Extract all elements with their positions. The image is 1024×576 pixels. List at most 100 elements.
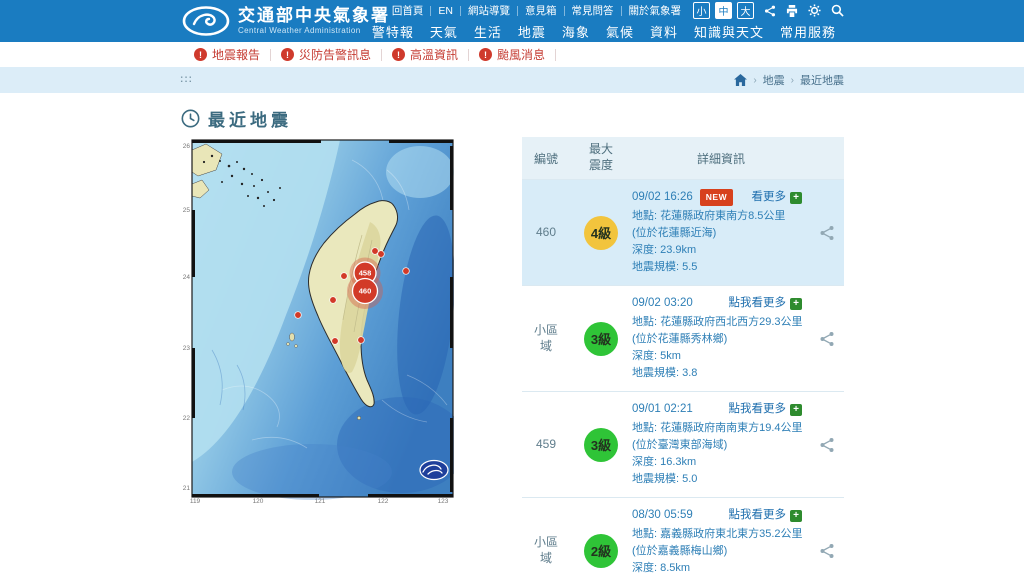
table-row: 459 3級 09/01 02:21 點我看更多 + 地點: 花蓮縣政府南南東方1… bbox=[522, 391, 844, 497]
share-nodes-icon[interactable] bbox=[810, 225, 844, 241]
svg-text:458: 458 bbox=[359, 269, 372, 278]
quake-id: 460 bbox=[535, 224, 557, 239]
intensity-badge: 3級 bbox=[584, 427, 618, 462]
col-details: 詳細資訊 bbox=[696, 151, 745, 166]
table-row: 460 4級 09/02 16:26 NEW 看更多 + 地點: 花蓮縣政府東南方… bbox=[522, 179, 844, 285]
quake-magnitude: 地震規模: 5.0 bbox=[632, 472, 698, 485]
earthquake-map: 458 460 26 25 24 23 22 21 119 120 121 12… bbox=[180, 137, 467, 510]
table-row: 小區域 2級 08/30 05:59 點我看更多 + 地點: 嘉義縣政府東北東方3… bbox=[522, 497, 844, 576]
nav-life[interactable]: 生活 bbox=[466, 20, 510, 43]
table-header: 編號 最大 震度 詳細資訊 bbox=[522, 137, 844, 179]
quake-location: 地點: 嘉義縣政府東北東方35.2公里 bbox=[632, 527, 803, 540]
plus-icon: + bbox=[790, 191, 802, 204]
intensity-badge: 3級 bbox=[584, 321, 618, 356]
svg-text:121: 121 bbox=[315, 498, 326, 505]
print-icon[interactable] bbox=[786, 4, 798, 17]
quake-magnitude: 地震規模: 5.5 bbox=[632, 260, 698, 273]
breadcrumb-separator: › bbox=[753, 74, 757, 86]
page: 交通部中央氣象署 Central Weather Administration … bbox=[0, 0, 1024, 576]
nav-services[interactable]: 常用服務 bbox=[772, 20, 844, 43]
exclamation-icon: ! bbox=[479, 48, 493, 61]
svg-text:123: 123 bbox=[438, 498, 449, 505]
font-size-small-button[interactable]: 小 bbox=[693, 2, 710, 19]
quake-id: 小區域 bbox=[533, 322, 558, 353]
quake-location: 地點: 花蓮縣政府南南東方19.4公里 bbox=[632, 421, 803, 434]
epicenter-460-marker[interactable]: 460 bbox=[351, 277, 379, 305]
svg-text:23: 23 bbox=[183, 345, 191, 352]
plus-icon: + bbox=[790, 403, 802, 416]
quake-area: (位於花蓮縣秀林鄉) bbox=[632, 332, 728, 345]
divider bbox=[381, 48, 383, 61]
svg-text:21: 21 bbox=[183, 485, 191, 492]
see-more-link[interactable]: 看更多 + bbox=[752, 189, 802, 207]
quake-location: 地點: 花蓮縣政府東南方8.5公里 bbox=[632, 209, 786, 222]
nav-data[interactable]: 資料 bbox=[642, 20, 686, 43]
quake-area: (位於嘉義縣梅山鄉) bbox=[632, 544, 728, 557]
share-nodes-icon[interactable] bbox=[810, 437, 844, 453]
search-icon[interactable] bbox=[831, 4, 844, 17]
quake-depth: 深度: 8.5km bbox=[632, 561, 691, 574]
svg-text:22: 22 bbox=[183, 415, 191, 422]
svg-text:24: 24 bbox=[183, 274, 191, 281]
see-more-link[interactable]: 點我看更多 + bbox=[729, 507, 802, 525]
svg-text:25: 25 bbox=[183, 207, 191, 214]
share-nodes-icon[interactable] bbox=[810, 331, 844, 347]
utility-sitemap[interactable]: 網站導覽 bbox=[461, 3, 517, 18]
intensity-badge: 2級 bbox=[584, 533, 618, 568]
utility-bar: :: 回首頁 EN 網站導覽 意見箱 常見問答 關於氣象署 小 中 大 bbox=[374, 0, 844, 21]
breadcrumb-current: 最近地震 bbox=[800, 75, 844, 87]
divider bbox=[555, 48, 557, 61]
utility-feedback[interactable]: 意見箱 bbox=[518, 3, 564, 18]
new-badge: NEW bbox=[699, 189, 734, 207]
font-size-large-button[interactable]: 大 bbox=[737, 2, 754, 19]
link-disaster-alerts[interactable]: ! 災防告警訊息 bbox=[281, 46, 371, 63]
clock-icon bbox=[181, 109, 200, 128]
link-earthquake-report[interactable]: ! 地震報告 bbox=[194, 46, 260, 63]
breadcrumb-earthquake[interactable]: 地震 bbox=[763, 72, 785, 88]
col-intensity: 最大 震度 bbox=[588, 142, 613, 172]
quake-depth: 深度: 16.3km bbox=[632, 455, 697, 468]
utility-faq[interactable]: 常見問答 bbox=[565, 3, 621, 18]
quake-date: 09/02 03:20 bbox=[632, 297, 693, 309]
quake-area: (位於臺灣東部海域) bbox=[632, 438, 728, 451]
share-nodes-icon[interactable] bbox=[810, 543, 844, 559]
nav-earthquake[interactable]: 地震 bbox=[510, 20, 554, 43]
exclamation-icon: ! bbox=[194, 48, 207, 61]
nav-marine[interactable]: 海象 bbox=[554, 20, 598, 43]
quake-area: (位於花蓮縣近海) bbox=[632, 226, 717, 239]
link-high-temp-info[interactable]: ! 高溫資訊 bbox=[392, 46, 458, 63]
plus-icon: + bbox=[790, 297, 802, 310]
cwa-map-logo-icon bbox=[419, 459, 449, 481]
utility-en[interactable]: EN bbox=[431, 5, 460, 17]
col-id: 編號 bbox=[533, 151, 558, 166]
utility-home[interactable]: 回首頁 bbox=[385, 3, 431, 18]
quake-id: 459 bbox=[535, 436, 557, 451]
breadcrumb: › 地震 › 最近地震 bbox=[734, 72, 844, 88]
quake-id: 小區域 bbox=[533, 534, 558, 565]
svg-text:460: 460 bbox=[359, 287, 372, 296]
quake-date: 09/02 16:26 bbox=[632, 191, 693, 203]
nav-knowledge[interactable]: 知識與天文 bbox=[686, 20, 772, 43]
svg-text:119: 119 bbox=[190, 498, 201, 505]
exclamation-icon: ! bbox=[392, 48, 406, 61]
nav-warnings[interactable]: 警特報 bbox=[364, 20, 422, 43]
divider bbox=[468, 48, 470, 61]
site-logo[interactable]: 交通部中央氣象署 Central Weather Administration bbox=[182, 5, 390, 37]
nav-climate[interactable]: 氣候 bbox=[598, 20, 642, 43]
page-title: 最近地震 bbox=[208, 111, 292, 130]
main-nav: 警特報 天氣 生活 地震 海象 氣候 資料 知識與天文 常用服務 bbox=[364, 20, 844, 43]
share-icon[interactable] bbox=[764, 5, 776, 17]
home-icon[interactable] bbox=[734, 74, 748, 86]
link-typhoon-news[interactable]: ! 颱風消息 bbox=[479, 46, 545, 63]
font-size-medium-button[interactable]: 中 bbox=[715, 2, 732, 19]
gear-icon[interactable] bbox=[808, 4, 821, 17]
nav-weather[interactable]: 天氣 bbox=[422, 20, 466, 43]
see-more-link[interactable]: 點我看更多 + bbox=[729, 401, 802, 419]
utility-about[interactable]: 關於氣象署 bbox=[622, 3, 689, 18]
quake-magnitude: 地震規模: 3.8 bbox=[632, 366, 698, 379]
accessibility-mark: ::: bbox=[180, 74, 193, 85]
quake-date: 09/01 02:21 bbox=[632, 403, 693, 415]
divider bbox=[270, 48, 272, 61]
see-more-link[interactable]: 點我看更多 + bbox=[729, 295, 802, 313]
quake-depth: 深度: 23.9km bbox=[632, 243, 697, 256]
